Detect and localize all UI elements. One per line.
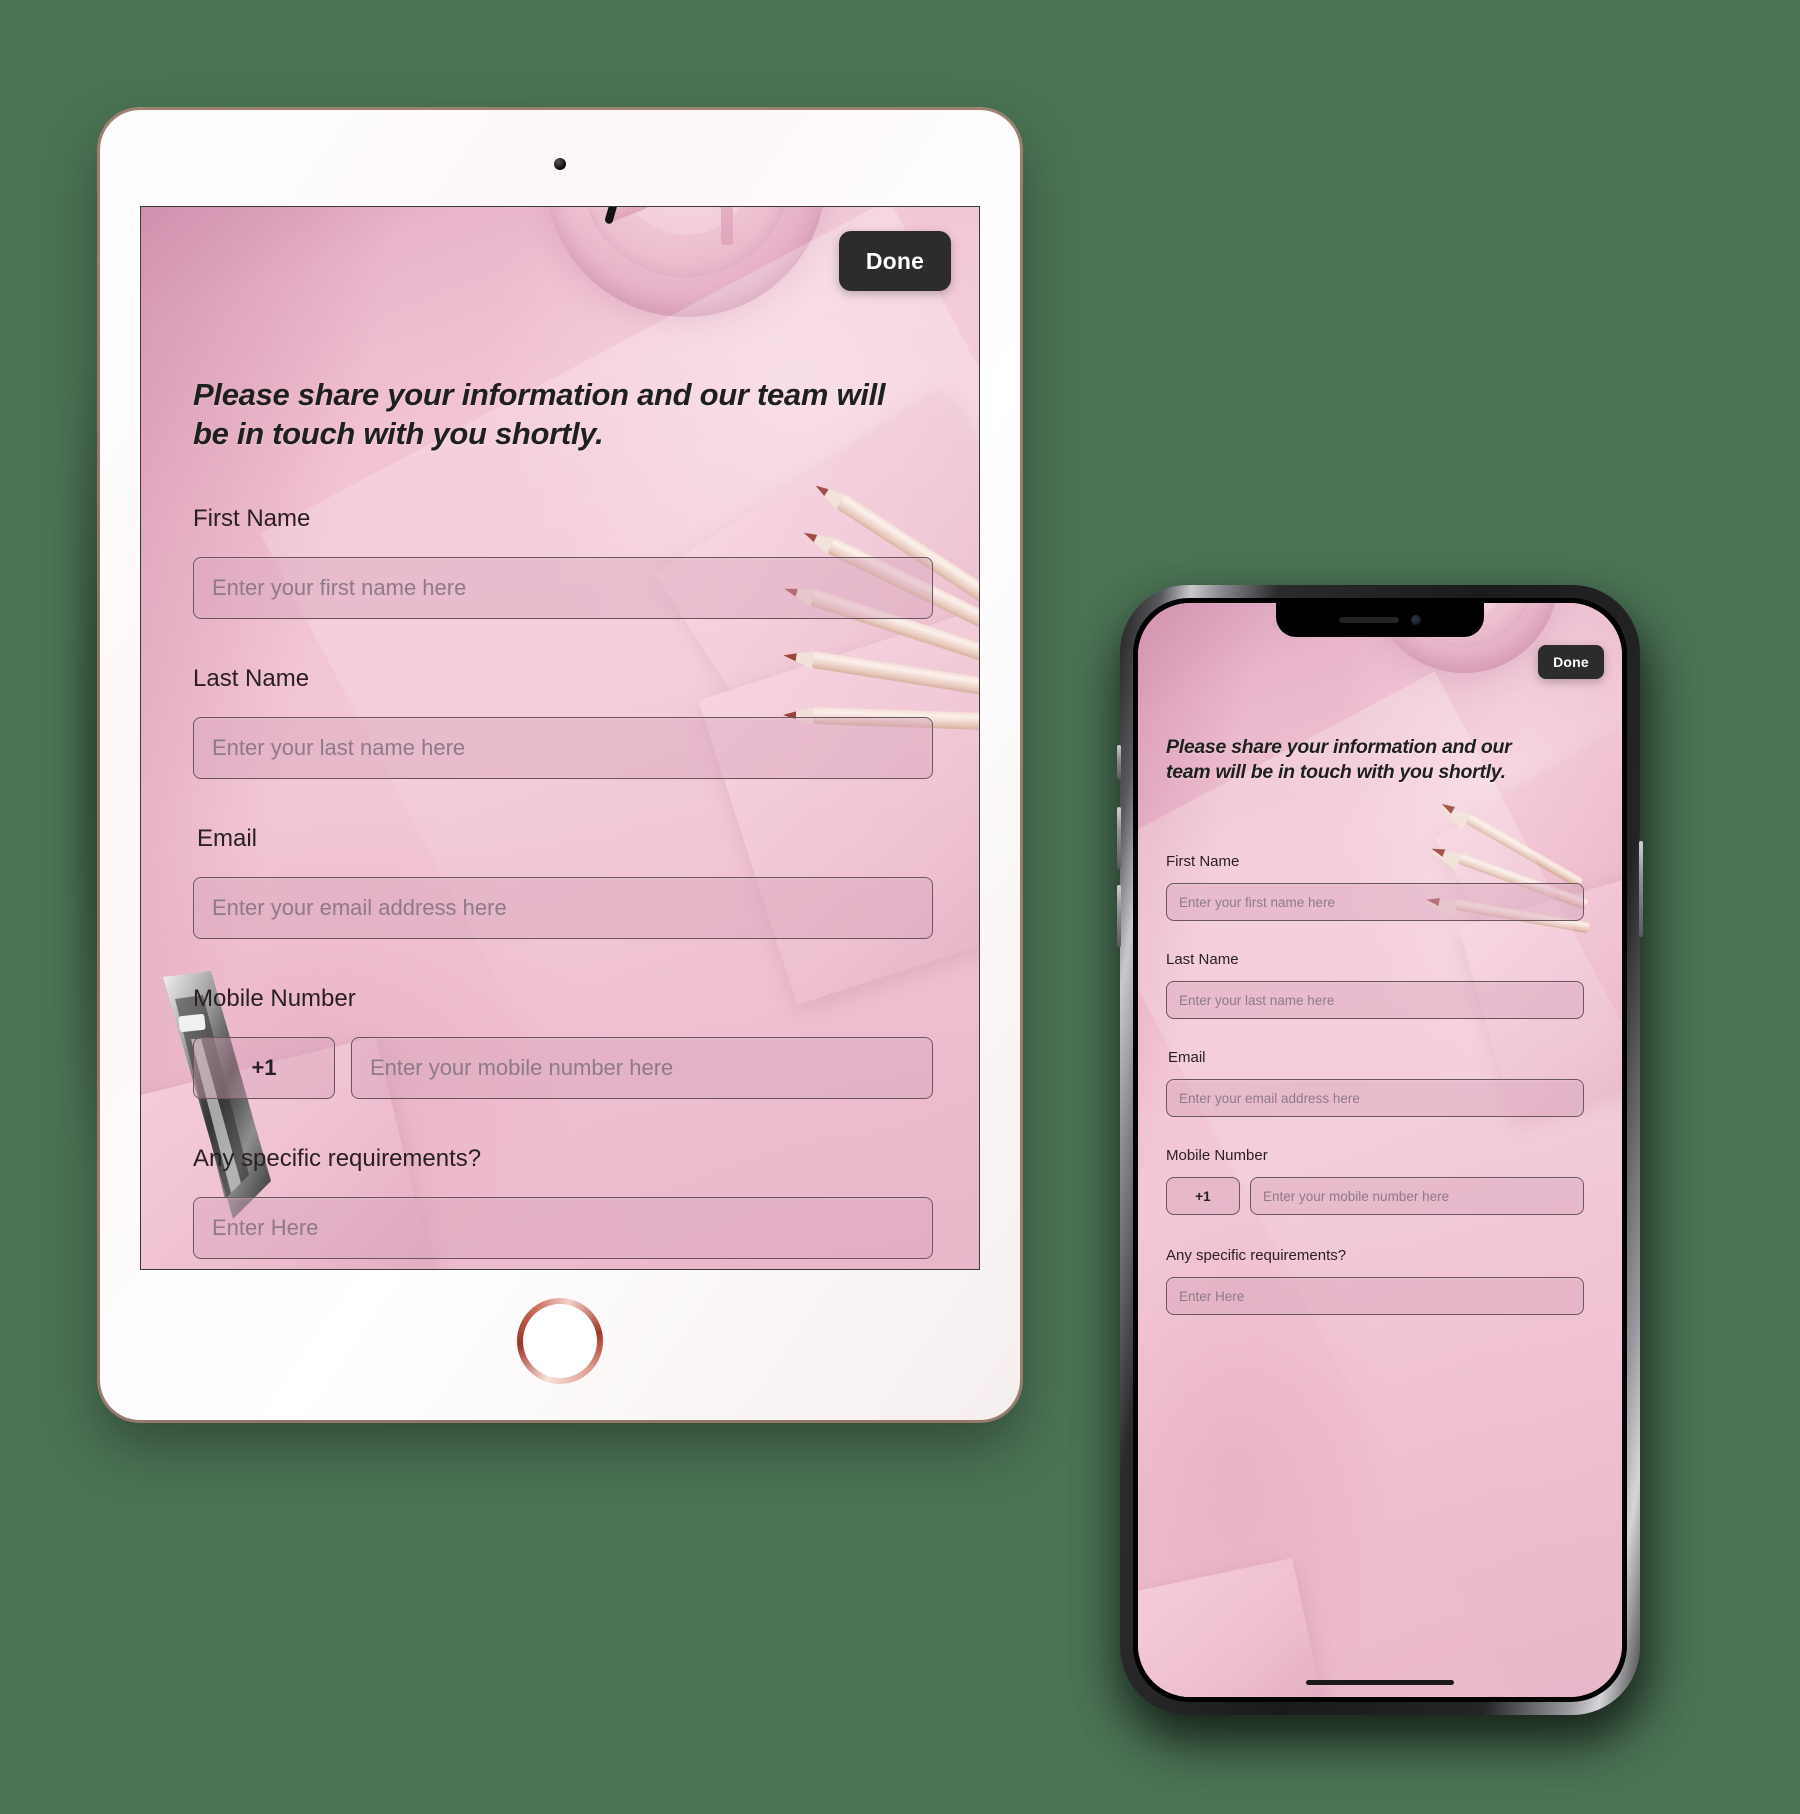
requirements-input[interactable]: Enter Here	[1166, 1277, 1584, 1315]
field-label-mobile-number: Mobile Number	[1166, 1147, 1268, 1164]
power-button[interactable]	[1639, 841, 1643, 937]
field-label-email: Email	[1168, 1049, 1206, 1066]
done-button[interactable]: Done	[1538, 645, 1604, 679]
screenshot-canvas: Done Please share your information and o…	[0, 0, 1800, 1814]
volume-down-button[interactable]	[1117, 885, 1121, 947]
last-name-input[interactable]: Enter your last name here	[1166, 981, 1584, 1019]
field-requirements: Any specific requirements? Enter Here	[193, 1145, 933, 1259]
mobile-input-row: +1 Enter your mobile number here	[193, 1037, 933, 1099]
camera-icon	[554, 158, 566, 170]
field-label-mobile-number: Mobile Number	[193, 985, 356, 1012]
last-name-input[interactable]: Enter your last name here	[193, 717, 933, 779]
country-code-selector[interactable]: +1	[1166, 1177, 1240, 1215]
tablet-screen: Done Please share your information and o…	[140, 206, 980, 1270]
mobile-number-input[interactable]: Enter your mobile number here	[351, 1037, 933, 1099]
field-mobile-number: Mobile Number +1 Enter your mobile numbe…	[193, 985, 933, 1099]
paper-sheet-2	[698, 589, 979, 1005]
phone-body: Done Please share your information and o…	[1117, 585, 1643, 1715]
volume-up-button[interactable]	[1117, 807, 1121, 869]
pink-round-object-bar	[721, 207, 733, 245]
phone-device: Done Please share your information and o…	[1117, 585, 1648, 1739]
field-label-last-name: Last Name	[193, 665, 310, 692]
first-name-input[interactable]: Enter your first name here	[193, 557, 933, 619]
phone-screen: Done Please share your information and o…	[1138, 603, 1622, 1697]
silent-switch[interactable]	[1117, 745, 1121, 779]
speaker-icon	[1339, 617, 1399, 623]
email-input[interactable]: Enter your email address here	[1166, 1079, 1584, 1117]
field-email: Email Enter your email address here	[193, 825, 933, 939]
field-requirements: Any specific requirements? Enter Here	[1166, 1247, 1594, 1315]
field-mobile-number: Mobile Number +1 Enter your mobile numbe…	[1166, 1147, 1594, 1215]
tablet-body: Done Please share your information and o…	[100, 110, 1020, 1420]
tablet-device: Done Please share your information and o…	[78, 18, 1038, 1518]
field-first-name: First Name Enter your first name here	[193, 505, 933, 619]
phone-notch	[1276, 603, 1484, 637]
paper-sheet-3	[1138, 1558, 1328, 1697]
field-label-first-name: First Name	[1166, 853, 1240, 870]
camera-icon	[1411, 615, 1421, 625]
page-title: Please share your information and our te…	[1166, 736, 1512, 784]
requirements-input[interactable]: Enter Here	[193, 1197, 933, 1259]
field-label-last-name: Last Name	[1166, 951, 1239, 968]
field-label-email: Email	[197, 825, 258, 852]
country-code-selector[interactable]: +1	[193, 1037, 335, 1099]
done-button[interactable]: Done	[839, 231, 951, 291]
field-last-name: Last Name Enter your last name here	[1166, 951, 1594, 1019]
first-name-input[interactable]: Enter your first name here	[1166, 883, 1584, 921]
phone-bezel: Done Please share your information and o…	[1133, 598, 1627, 1702]
mobile-number-input[interactable]: Enter your mobile number here	[1250, 1177, 1584, 1215]
field-first-name: First Name Enter your first name here	[1166, 853, 1594, 921]
field-label-first-name: First Name	[193, 505, 311, 532]
home-button-icon[interactable]	[517, 1298, 603, 1384]
mobile-input-row: +1 Enter your mobile number here	[1166, 1177, 1584, 1215]
field-email: Email Enter your email address here	[1166, 1049, 1596, 1117]
email-input[interactable]: Enter your email address here	[193, 877, 933, 939]
field-last-name: Last Name Enter your last name here	[193, 665, 933, 779]
page-title: Please share your information and our te…	[193, 377, 886, 452]
home-indicator-icon[interactable]	[1306, 1680, 1454, 1685]
field-label-requirements: Any specific requirements?	[193, 1145, 482, 1172]
field-label-requirements: Any specific requirements?	[1166, 1247, 1347, 1264]
